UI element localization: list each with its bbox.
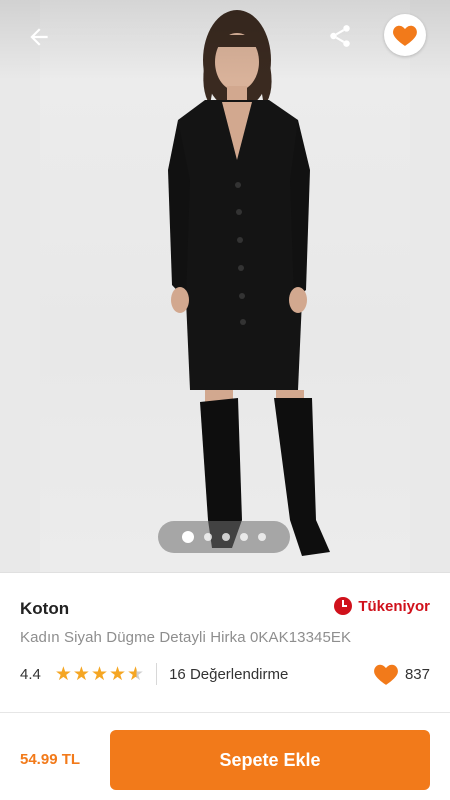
pager-dot[interactable] [204,533,212,541]
rating-row[interactable]: 4.4 ★ ★ ★ ★ ★ 16 Değerlendirme 837 [20,661,430,687]
share-button[interactable] [318,14,362,58]
pager-dot[interactable] [240,533,248,541]
clock-icon [334,597,353,615]
star-rating: ★ ★ ★ ★ ★ [55,665,144,684]
rating-value: 4.4 [20,665,41,683]
stock-status-label: Tükeniyor [358,597,430,615]
pager-dot[interactable] [222,533,230,541]
arrow-left-icon [30,28,48,46]
heart-icon [374,664,398,685]
star-icon: ★ [90,663,108,685]
product-title: Kadın Siyah Dügme Detayli Hirka 0KAK1334… [20,629,352,646]
star-icon: ★ [109,663,127,685]
review-count-link[interactable]: 16 Değerlendirme [169,666,288,683]
star-icon: ★ [72,663,90,685]
product-info: Koton Tükeniyor Kadın Siyah Dügme Detayl… [0,572,450,712]
star-half-icon: ★ [127,663,145,685]
star-icon: ★ [54,663,72,685]
header-scrim [0,0,450,80]
add-to-cart-button[interactable]: Sepete Ekle [110,730,430,790]
image-pager[interactable] [158,521,290,553]
share-icon [330,25,350,47]
back-button[interactable] [18,16,60,58]
heart-icon [393,25,417,46]
stock-status-badge: Tükeniyor [334,597,430,615]
favorites-count-value: 837 [404,665,430,683]
purchase-bar: 54.99 TL Sepete Ekle [0,718,450,800]
pager-dot[interactable] [182,531,194,543]
product-image-gallery[interactable] [0,0,450,572]
price: 54.99 TL [20,751,81,768]
product-detail-screen: Koton Tükeniyor Kadın Siyah Dügme Detayl… [0,0,450,800]
brand-name[interactable]: Koton [20,599,69,619]
favorite-button[interactable] [384,14,426,56]
favorites-count: 837 [373,662,430,686]
section-divider [0,712,450,713]
divider [156,663,158,685]
product-photo [40,0,410,572]
pager-dot[interactable] [258,533,266,541]
